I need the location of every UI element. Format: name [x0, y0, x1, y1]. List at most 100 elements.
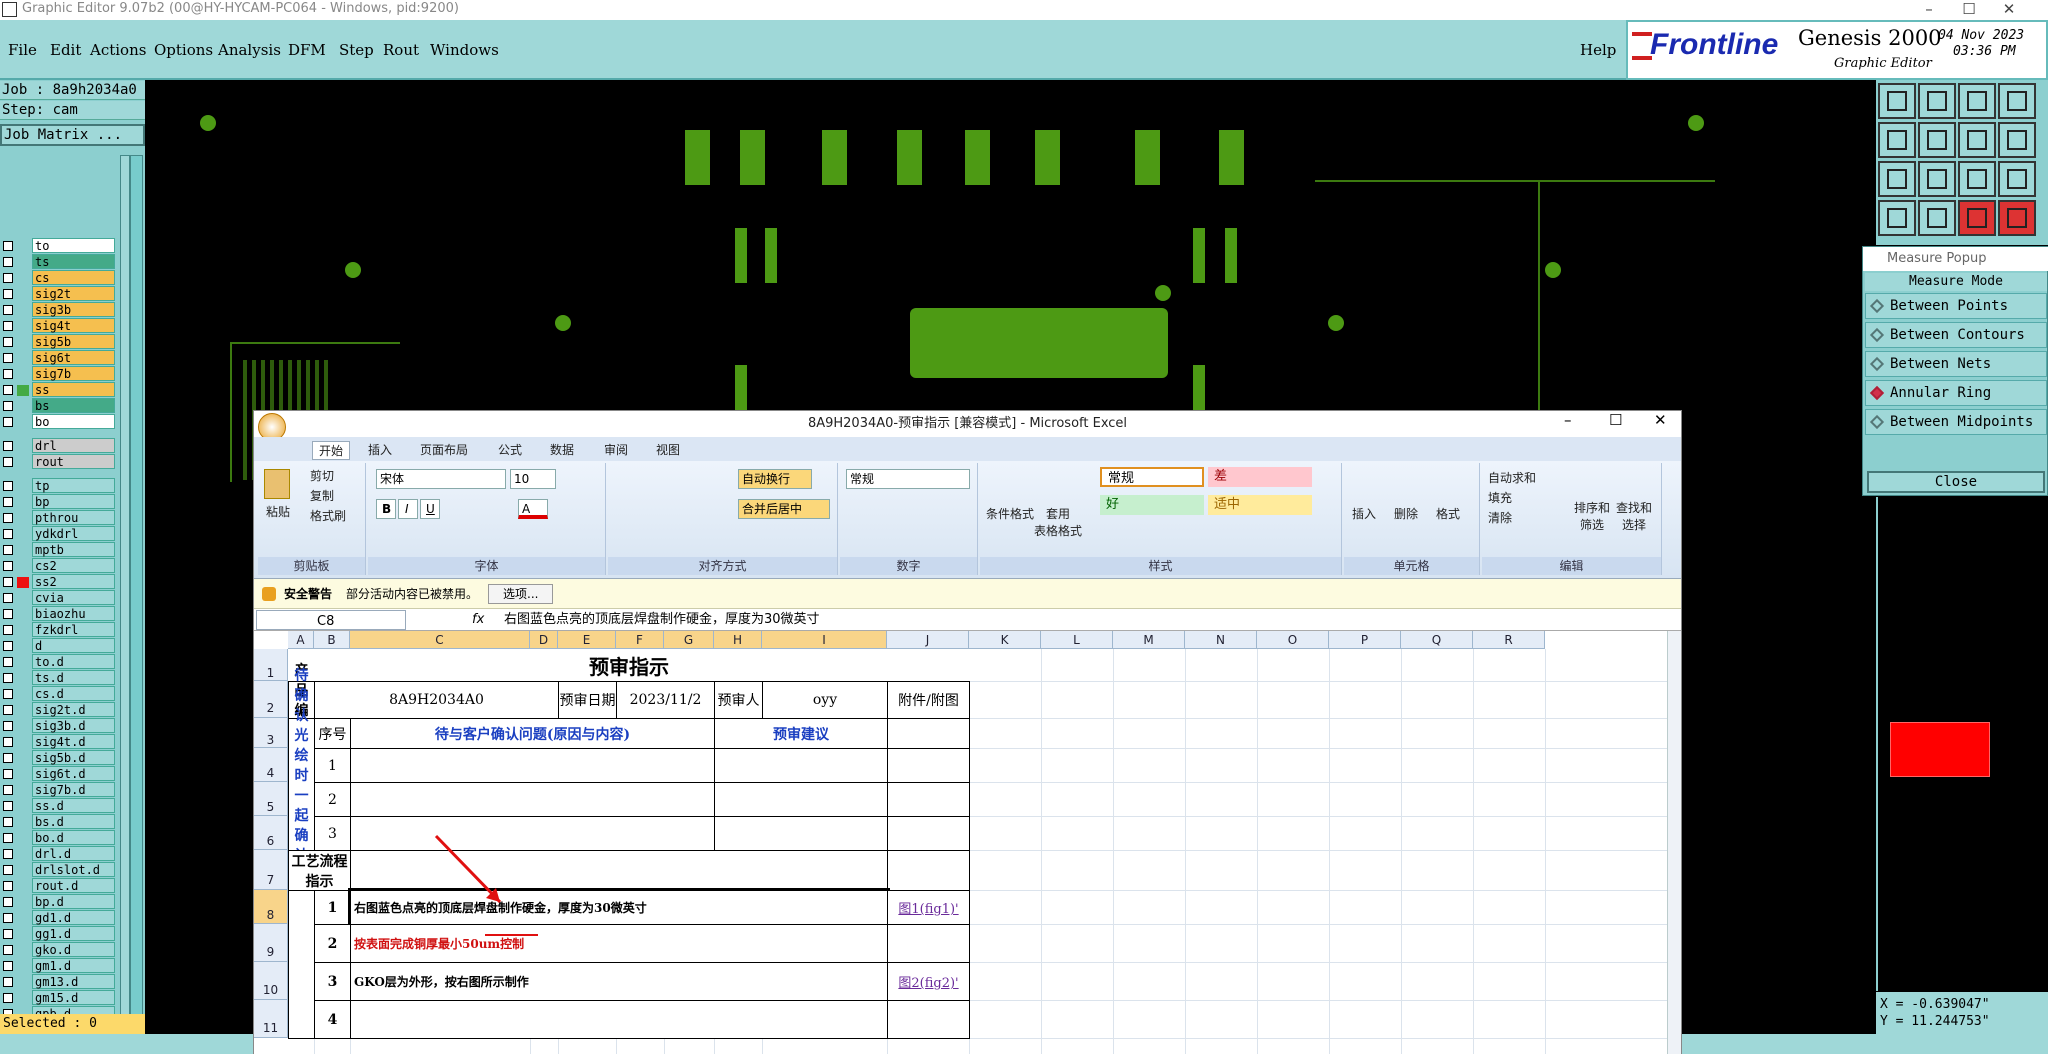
tool-move-left-icon[interactable] — [1878, 122, 1916, 158]
column-header[interactable]: A — [288, 631, 314, 649]
layer-row[interactable]: sig4t — [0, 318, 118, 334]
menu-help[interactable]: Help — [1580, 41, 1616, 59]
layer-affected-swatch[interactable] — [17, 457, 29, 468]
tool-measure-icon[interactable] — [1878, 200, 1916, 236]
layer-affected-swatch[interactable] — [17, 769, 29, 780]
excel-close-button[interactable]: ✕ — [1654, 411, 1667, 429]
layer-row[interactable]: cvia — [0, 590, 118, 606]
layer-row[interactable]: sig3b — [0, 302, 118, 318]
seq-cell[interactable]: 3 — [314, 816, 351, 851]
layer-checkbox[interactable] — [3, 945, 13, 955]
layer-name[interactable]: sig7b.d — [32, 782, 115, 797]
layer-name[interactable]: cs2 — [32, 558, 115, 573]
seq-cell[interactable]: 2 — [314, 782, 351, 817]
tool-grid-icon[interactable] — [1918, 200, 1956, 236]
item-number[interactable]: 4 — [314, 1000, 351, 1039]
layer-checkbox[interactable] — [3, 993, 13, 1003]
column-header[interactable]: R — [1473, 631, 1545, 649]
measure-close-button[interactable]: Close — [1867, 471, 2045, 493]
tool-zoom-fit-icon[interactable] — [1878, 161, 1916, 197]
layer-affected-swatch[interactable] — [17, 305, 29, 316]
column-header[interactable]: K — [969, 631, 1041, 649]
layer-checkbox[interactable] — [3, 833, 13, 843]
column-header[interactable]: M — [1113, 631, 1185, 649]
layer-affected-swatch[interactable] — [17, 545, 29, 556]
item-link[interactable] — [887, 924, 970, 963]
sort-filter-button[interactable]: 排序和 筛选 — [1574, 499, 1610, 533]
mode-between-points[interactable]: Between Points — [1865, 293, 2047, 319]
attach-cell[interactable] — [887, 850, 970, 891]
attach-cell[interactable] — [887, 748, 970, 783]
process-blank-cell[interactable] — [288, 890, 315, 1039]
row-header[interactable]: 7 — [254, 850, 288, 890]
layer-row[interactable]: ss.d — [0, 798, 118, 814]
layer-affected-swatch[interactable] — [17, 417, 29, 428]
layer-row[interactable]: sig7b — [0, 366, 118, 382]
layer-scrollbar[interactable] — [130, 155, 143, 1054]
layer-name[interactable]: to — [32, 238, 115, 253]
layer-affected-swatch[interactable] — [17, 945, 29, 956]
tool-window-icon[interactable] — [1998, 83, 2036, 119]
attach-cell[interactable] — [887, 718, 970, 749]
layer-name[interactable]: bs.d — [32, 814, 115, 829]
layer-checkbox[interactable] — [3, 273, 13, 283]
layer-name[interactable]: rout — [32, 454, 115, 469]
layer-checkbox[interactable] — [3, 305, 13, 315]
menu-edit[interactable]: Edit — [50, 41, 81, 59]
mode-between-nets[interactable]: Between Nets — [1865, 351, 2047, 377]
layer-affected-swatch[interactable] — [17, 529, 29, 540]
column-header[interactable]: J — [887, 631, 969, 649]
layer-row[interactable]: drl.d — [0, 846, 118, 862]
layer-row[interactable]: sig5b.d — [0, 750, 118, 766]
layer-row[interactable]: pthrou — [0, 510, 118, 526]
tab-insert[interactable]: 插入 — [368, 441, 392, 458]
cut-button[interactable]: 剪切 — [310, 467, 334, 484]
row-header[interactable]: 11 — [254, 1000, 288, 1038]
tool-route-icon[interactable] — [1998, 122, 2036, 158]
menu-analysis[interactable]: Analysis — [218, 41, 281, 59]
delete-cells-button[interactable]: 删除 — [1394, 505, 1418, 522]
layer-checkbox[interactable] — [3, 529, 13, 539]
layer-checkbox[interactable] — [3, 785, 13, 795]
layer-checkbox[interactable] — [3, 753, 13, 763]
layer-name[interactable]: mptb — [32, 542, 115, 557]
column-header[interactable]: I — [762, 631, 887, 649]
formula-input[interactable]: 右图蓝色点亮的顶底层焊盘制作硬金，厚度为30微英寸 — [504, 609, 820, 631]
layer-checkbox[interactable] — [3, 977, 13, 987]
layer-affected-swatch[interactable] — [17, 385, 29, 396]
layer-affected-swatch[interactable] — [17, 849, 29, 860]
layer-row[interactable]: sig2t.d — [0, 702, 118, 718]
layer-affected-swatch[interactable] — [17, 721, 29, 732]
layer-checkbox[interactable] — [3, 961, 13, 971]
menu-dfm[interactable]: DFM — [288, 41, 326, 59]
advice-header[interactable]: 预审建议 — [714, 718, 888, 749]
layer-affected-swatch[interactable] — [17, 441, 29, 452]
wrap-text-button[interactable]: 自动换行 — [738, 469, 812, 489]
layer-name[interactable]: sig5b.d — [32, 750, 115, 765]
layer-checkbox[interactable] — [3, 929, 13, 939]
minimize-button[interactable]: – — [1910, 0, 1948, 18]
review-date[interactable]: 2023/11/2 — [616, 681, 715, 719]
attach-cell[interactable] — [887, 816, 970, 851]
conditional-format-button[interactable]: 条件格式 — [986, 505, 1034, 522]
tab-data[interactable]: 数据 — [550, 441, 574, 458]
layer-affected-swatch[interactable] — [17, 657, 29, 668]
layer-row[interactable]: bp.d — [0, 894, 118, 910]
layer-name[interactable]: gm13.d — [32, 974, 115, 989]
tab-view[interactable]: 视图 — [656, 441, 680, 458]
tool-pan-icon[interactable] — [1918, 161, 1956, 197]
column-header[interactable]: E — [558, 631, 616, 649]
layer-scrollbar-left[interactable] — [120, 155, 130, 1054]
layer-name[interactable]: ss2 — [32, 574, 115, 589]
column-header[interactable]: C — [350, 631, 530, 649]
style-good[interactable]: 好 — [1100, 495, 1204, 515]
copy-button[interactable]: 复制 — [310, 487, 334, 504]
row-header[interactable]: 1 — [254, 649, 288, 681]
menu-windows[interactable]: Windows — [430, 41, 499, 59]
advice-cell[interactable] — [714, 748, 888, 783]
layer-row[interactable]: sig2t — [0, 286, 118, 302]
layer-row[interactable]: sig7b.d — [0, 782, 118, 798]
item-number[interactable]: 2 — [314, 924, 351, 963]
tool-net-icon[interactable] — [1958, 200, 1996, 236]
menu-step[interactable]: Step — [339, 41, 374, 59]
